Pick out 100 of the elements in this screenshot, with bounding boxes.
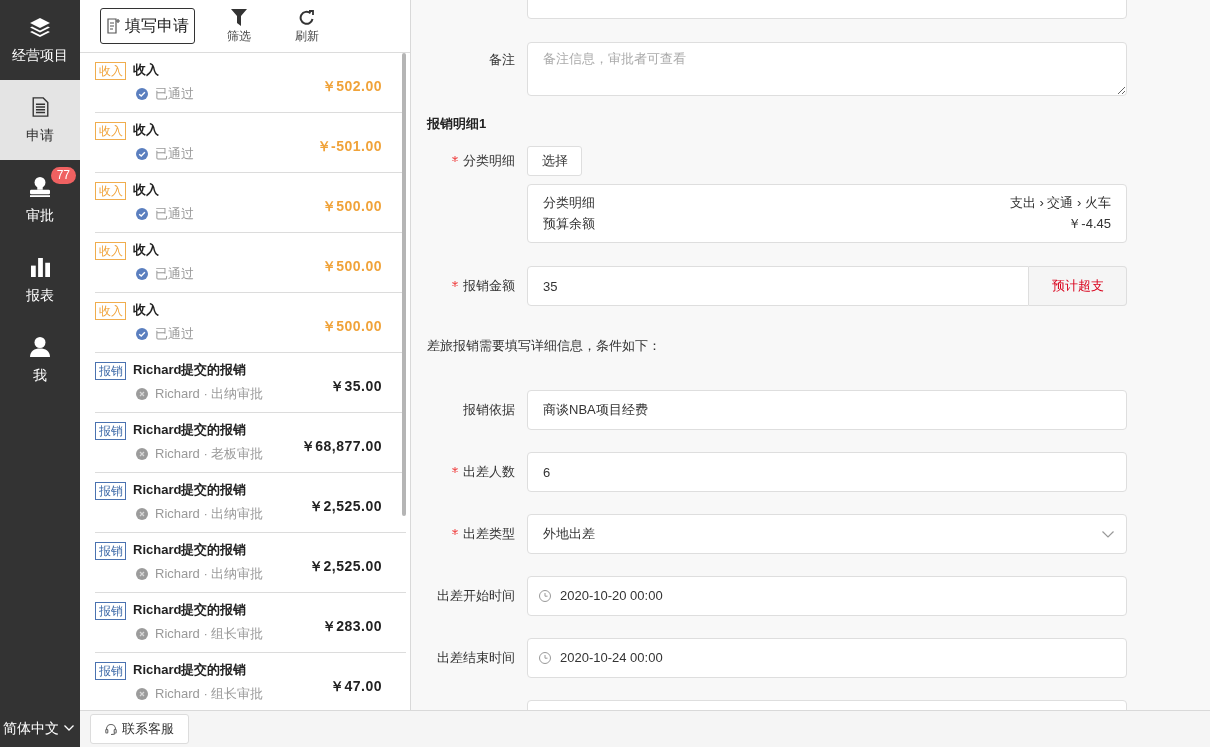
record-tag: 报销 [95, 542, 126, 560]
record-title: 收入 [133, 241, 159, 259]
record-tag: 收入 [95, 62, 126, 80]
section-title: 报销明细1 [427, 116, 487, 132]
record-amount: ￥2,525.00 [309, 497, 382, 516]
overspend-addon: 预计超支 [1029, 266, 1127, 306]
document-icon [31, 97, 49, 117]
new-application-button[interactable]: 填写申请 [100, 8, 195, 44]
record-amount: ￥35.00 [329, 377, 382, 396]
language-selector[interactable]: 简体中文 [3, 719, 74, 737]
nav-item[interactable]: 申请 [0, 80, 80, 160]
chevron-down-icon [64, 725, 74, 731]
pending-circle-icon [136, 568, 148, 580]
record-title: Richard提交的报销 [133, 601, 247, 619]
record-title: Richard提交的报销 [133, 421, 247, 439]
record-title: Richard提交的报销 [133, 481, 247, 499]
record-title: 收入 [133, 121, 159, 139]
record-status: 已通过 [155, 205, 194, 223]
date-time-field[interactable]: 2020-10-20 00:00 [527, 576, 1127, 616]
record-status: Richard · 老板审批 [155, 445, 264, 463]
check-circle-icon [136, 328, 148, 340]
summary-label: 预算余额 [543, 215, 595, 233]
summary-label: 分类明细 [543, 194, 595, 212]
record-amount: ￥502.00 [321, 77, 382, 96]
record-status: Richard · 组长审批 [155, 625, 264, 643]
record-title: 收入 [133, 301, 159, 319]
check-circle-icon [136, 208, 148, 220]
record-status: Richard · 出纳审批 [155, 565, 264, 583]
record-item[interactable]: 报销 Richard提交的报销 Richard · 组长审批 ￥283.00 [95, 593, 406, 653]
pending-circle-icon [136, 628, 148, 640]
record-title: Richard提交的报销 [133, 541, 247, 559]
record-amount: ￥500.00 [321, 257, 382, 276]
text-input[interactable]: 6 [527, 452, 1127, 492]
record-tag: 报销 [95, 482, 126, 500]
record-amount: ￥68,877.00 [300, 437, 382, 456]
field-label: 出差类型 [463, 525, 515, 543]
field-label: 报销金额 [463, 277, 515, 295]
record-status: Richard · 出纳审批 [155, 505, 264, 523]
scrollbar-thumb[interactable] [402, 53, 406, 516]
record-amount: ￥283.00 [321, 617, 382, 636]
record-item[interactable]: 报销 Richard提交的报销 Richard · 出纳审批 ￥2,525.00 [95, 533, 406, 593]
clock-icon [539, 590, 551, 602]
record-amount: ￥500.00 [321, 317, 382, 336]
record-status: 已通过 [155, 325, 194, 343]
layers-icon [29, 17, 51, 37]
pending-circle-icon [136, 688, 148, 700]
trip-type-select[interactable]: 外地出差 [527, 514, 1127, 554]
check-circle-icon [136, 148, 148, 160]
pending-circle-icon [136, 448, 148, 460]
pending-circle-icon [136, 508, 148, 520]
contact-support-button[interactable]: 联系客服 [90, 714, 189, 744]
text-input[interactable]: 商谈NBA项目经费 [527, 390, 1127, 430]
record-tag: 收入 [95, 182, 126, 200]
record-tag: 收入 [95, 122, 126, 140]
record-amount: ￥500.00 [321, 197, 382, 216]
record-title: Richard提交的报销 [133, 361, 247, 379]
remark-field[interactable]: 备注信息，审批者可查看 [527, 42, 1127, 96]
user-icon [30, 337, 50, 357]
refresh-button[interactable]: 刷新 [287, 9, 327, 43]
record-amount: ￥47.00 [329, 677, 382, 696]
field-label: 分类明细 [463, 152, 515, 170]
headset-icon [105, 723, 117, 735]
count-badge: 77 [50, 167, 76, 184]
travel-note: 差旅报销需要填写详细信息，条件如下： [427, 338, 661, 354]
field-label: 备注 [489, 51, 515, 69]
pending-circle-icon [136, 388, 148, 400]
filter-icon [231, 9, 247, 26]
field-label: 报销依据 [463, 401, 515, 419]
record-title: Richard提交的报销 [133, 661, 247, 679]
record-amount: ￥-501.00 [316, 137, 382, 156]
record-status: 已通过 [155, 265, 194, 283]
record-title: 收入 [133, 61, 159, 79]
check-circle-icon [136, 88, 148, 100]
summary-value: ￥-4.45 [1068, 215, 1111, 233]
record-status: Richard · 出纳审批 [155, 385, 264, 403]
field-label: 出差开始时间 [437, 587, 515, 605]
record-status: Richard · 组长审批 [155, 685, 264, 703]
bar-chart-icon [30, 257, 50, 277]
record-status: 已通过 [155, 145, 194, 163]
record-tag: 报销 [95, 602, 126, 620]
summary-value: 支出 › 交通 › 火车 [1009, 194, 1111, 212]
chevron-down-icon [1102, 530, 1114, 538]
choose-button[interactable]: 选择 [527, 146, 582, 176]
field-label: 出差结束时间 [437, 649, 515, 667]
record-tag: 收入 [95, 302, 126, 320]
record-tag: 收入 [95, 242, 126, 260]
clock-icon [539, 652, 551, 664]
date-time-field[interactable]: 2020-10-24 00:00 [527, 638, 1127, 678]
filter-button[interactable]: 筛选 [219, 9, 259, 43]
record-title: 收入 [133, 181, 159, 199]
amount-input[interactable]: 35 [527, 266, 1029, 306]
check-circle-icon [136, 268, 148, 280]
edit-document-icon [106, 18, 121, 34]
record-amount: ￥2,525.00 [309, 557, 382, 576]
record-status: 已通过 [155, 85, 194, 103]
record-tag: 报销 [95, 662, 126, 680]
stamp-icon [29, 177, 51, 197]
field-label: 出差人数 [463, 463, 515, 481]
record-tag: 报销 [95, 362, 126, 380]
refresh-icon [299, 9, 315, 26]
